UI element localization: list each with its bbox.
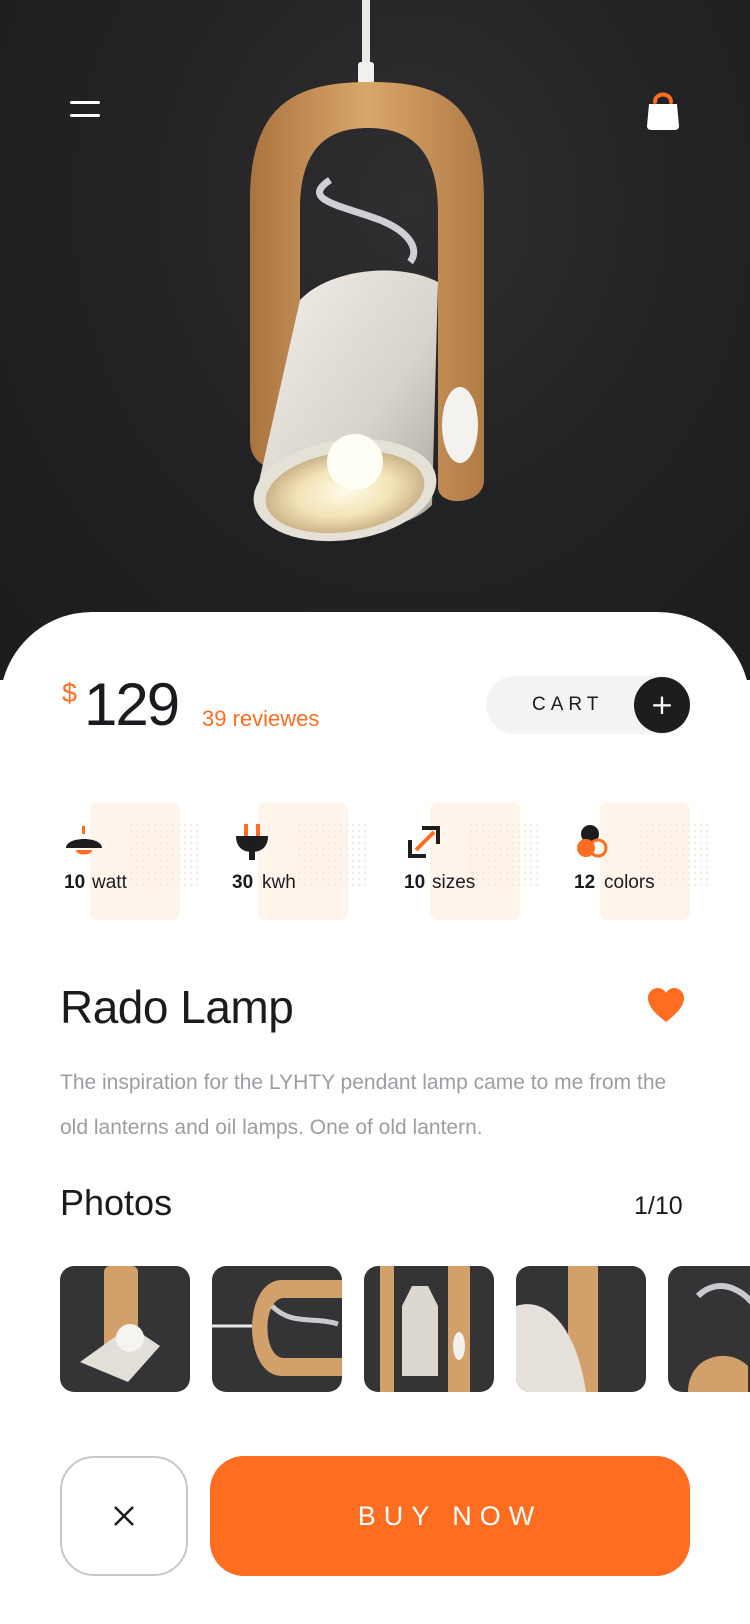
spec-dot-pattern bbox=[128, 822, 200, 886]
shopping-bag-button[interactable] bbox=[643, 88, 683, 132]
hamburger-icon-line bbox=[70, 114, 100, 117]
pendant-lamp-photo bbox=[250, 0, 484, 542]
spec-sizes: 10 sizes bbox=[404, 802, 574, 922]
cart-label: CART bbox=[532, 694, 604, 715]
product-hero-image bbox=[0, 0, 750, 680]
spec-unit: colors bbox=[604, 872, 655, 893]
spec-value: 10 bbox=[404, 872, 426, 893]
menu-button[interactable] bbox=[62, 92, 108, 126]
product-details-sheet: $ 129 39 reviewes CART + 10 watt 30 kwh bbox=[0, 612, 750, 1624]
photo-thumbnails[interactable] bbox=[60, 1266, 750, 1392]
product-title: Rado Lamp bbox=[60, 981, 294, 1033]
spec-unit: kwh bbox=[262, 872, 296, 893]
spec-value: 10 bbox=[64, 872, 86, 893]
photo-thumbnail[interactable] bbox=[516, 1266, 646, 1392]
photos-counter: 1/10 bbox=[634, 1192, 683, 1220]
photo-thumbnail[interactable] bbox=[60, 1266, 190, 1392]
close-icon bbox=[114, 1506, 134, 1526]
spec-dot-pattern bbox=[468, 822, 540, 886]
price-currency: $ bbox=[62, 678, 78, 708]
price-amount: 129 bbox=[84, 671, 180, 738]
favorite-button[interactable] bbox=[646, 986, 686, 1024]
spec-unit: watt bbox=[92, 872, 127, 893]
shopping-bag-icon bbox=[647, 92, 679, 130]
spec-value: 12 bbox=[574, 872, 596, 893]
photo-thumbnail[interactable] bbox=[212, 1266, 342, 1392]
photo-thumbnail[interactable] bbox=[364, 1266, 494, 1392]
photo-thumbnail[interactable] bbox=[668, 1266, 750, 1392]
hamburger-icon-line bbox=[70, 101, 100, 104]
spec-dot-pattern bbox=[296, 822, 368, 886]
color-palette-icon bbox=[577, 825, 608, 858]
product-description: The inspiration for the LYHTY pendant la… bbox=[60, 1071, 667, 1139]
spec-colors: 12 colors bbox=[574, 802, 744, 922]
photos-heading: Photos bbox=[60, 1182, 173, 1223]
reviews-link[interactable]: 39 reviewes bbox=[202, 706, 319, 732]
plug-icon bbox=[236, 824, 268, 860]
lamp-icon bbox=[66, 826, 102, 855]
plus-icon: + bbox=[634, 677, 690, 733]
spec-wattage: 10 watt bbox=[64, 802, 234, 922]
add-to-cart-button[interactable]: CART + bbox=[486, 676, 690, 734]
buy-now-button[interactable]: BUY NOW bbox=[210, 1456, 690, 1576]
spec-unit: sizes bbox=[432, 872, 476, 893]
resize-arrow-icon bbox=[408, 826, 440, 858]
spec-value: 30 bbox=[232, 872, 254, 893]
close-button[interactable] bbox=[60, 1456, 188, 1576]
spec-energy: 30 kwh bbox=[232, 802, 402, 922]
heart-icon bbox=[648, 988, 684, 1022]
